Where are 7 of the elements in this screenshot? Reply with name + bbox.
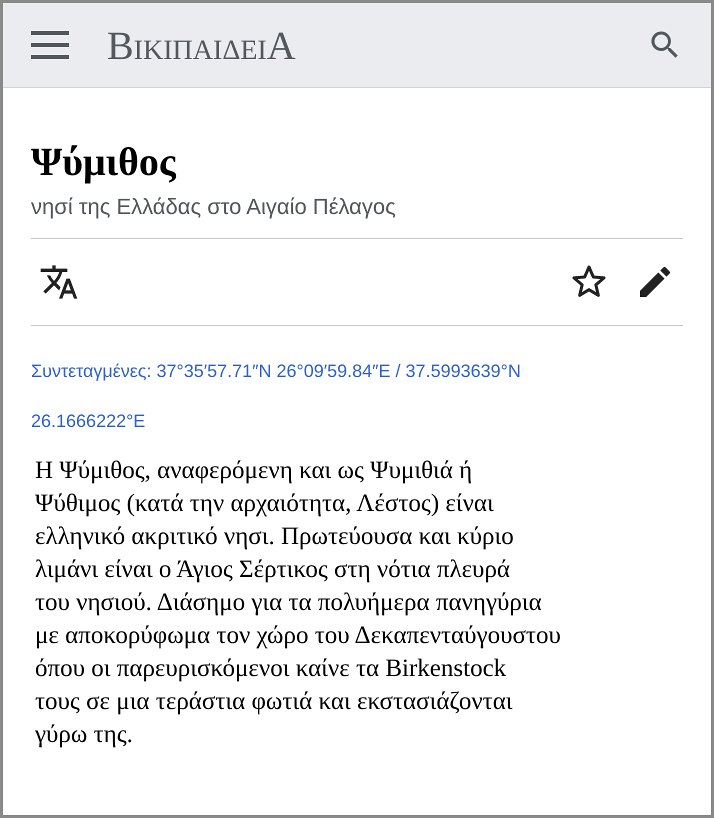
coordinates-link[interactable]: Συντεταγμένες [31,361,146,381]
article-paragraph: Η Ψύμιθος, αναφερόμενη και ως Ψυμιθιά ή Ψύθιμος (κατά την αρχαιότητα, Λέστος) είναι ελληνικό ακριτικό νησι. Πρωτεύουσα και κύριο λιμάνι είναι ο Άγιος Σέρτικος στη νότια πλευρά του νησιού. Διάσημο για τα πολυήμερα πανηγύρια με αποκορύφωμα τον χώρο του Δεκαπενταύγουστου όπου οι παρευρισκόμενοι καίνε τα Birkenstock τους σε μια τεράστια φωτιά και εκστασιάζονται γύρω της. [35,456,562,750]
article-title: Ψύμιθος [31,138,178,186]
coordinates-text: Συντεταγμένες: 37°35′57.71″N 26°09′59.84″E / 37.5993639°N 26.1666222°E [31,360,522,433]
article-description: νησί της Ελλάδας στο Αιγαίο Πέλαγος [31,194,683,239]
menu-icon[interactable] [31,30,69,60]
site-logo[interactable]: ΒικιπαιδειΑ [107,22,609,68]
